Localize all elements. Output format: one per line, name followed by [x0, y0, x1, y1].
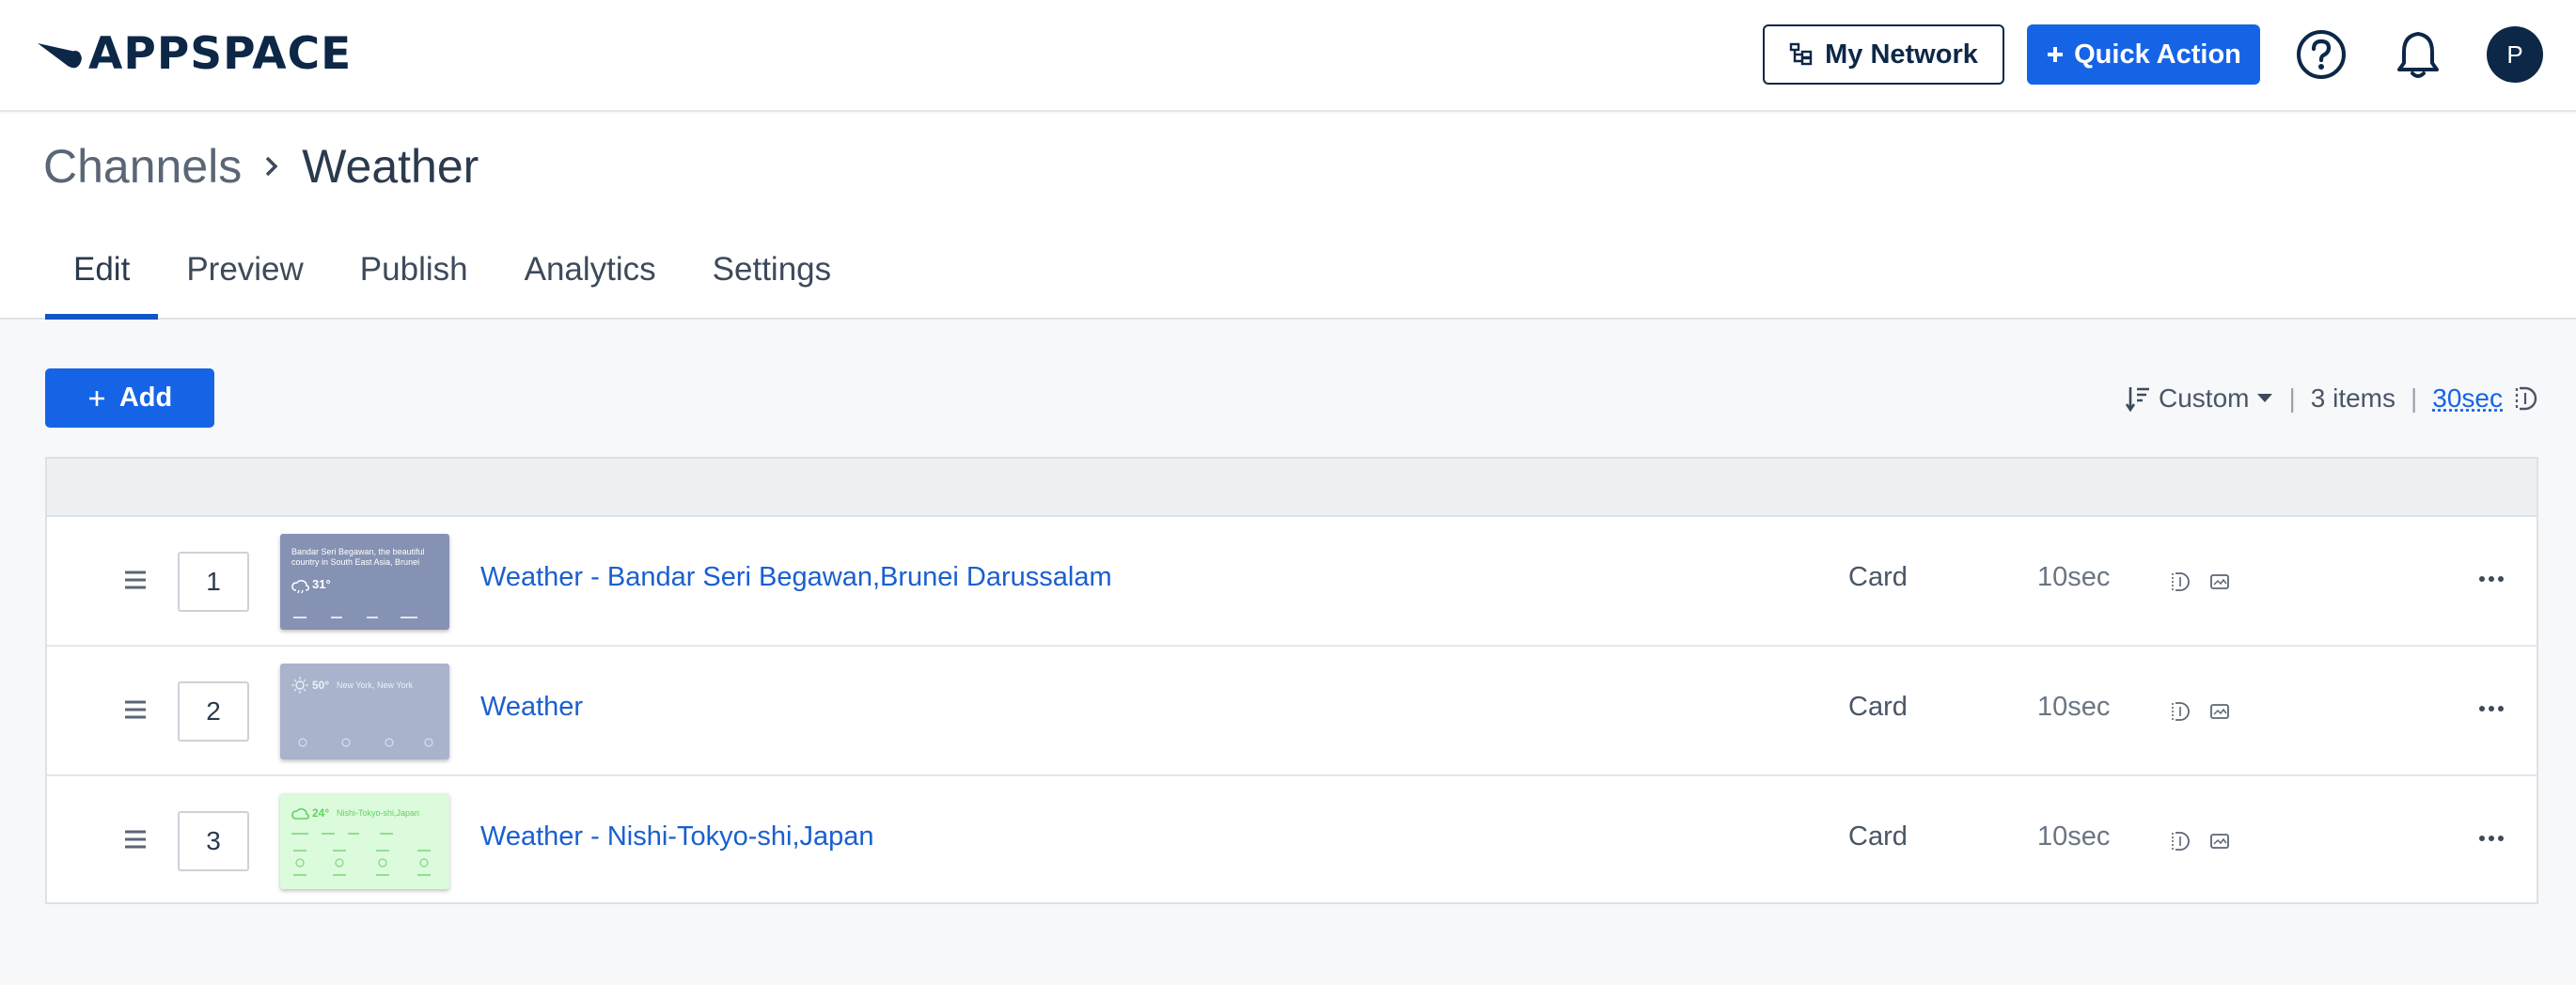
- help-icon[interactable]: [2295, 28, 2348, 81]
- drag-handle-icon[interactable]: [124, 570, 147, 590]
- item-name-link[interactable]: Weather - Bandar Seri Begawan,Brunei Dar…: [480, 562, 1112, 593]
- toolbar-divider: |: [2411, 383, 2418, 413]
- total-duration-link[interactable]: 30sec: [2432, 383, 2503, 414]
- item-type: Card: [1848, 562, 1908, 592]
- sort-value: Custom: [2159, 383, 2250, 413]
- forecast-strip-icon: [298, 738, 433, 747]
- duration-icon: [2172, 832, 2190, 851]
- item-thumbnail[interactable]: Bandar Seri Begawan, the beautiful count…: [280, 534, 449, 630]
- my-network-button[interactable]: My Network: [1763, 24, 2004, 85]
- toolbar-divider: |: [2288, 383, 2296, 413]
- order-field[interactable]: 1: [178, 552, 249, 612]
- tab-edit[interactable]: Edit: [45, 236, 159, 320]
- sort-order-icon: [2125, 387, 2149, 413]
- order-field[interactable]: 2: [178, 681, 249, 742]
- thumbnail-caption: Bandar Seri Begawan, the beautiful count…: [291, 547, 425, 567]
- network-tree-icon: [1789, 42, 1813, 66]
- card-type-icon: [2210, 834, 2229, 849]
- more-actions-icon[interactable]: [2476, 696, 2506, 722]
- item-duration[interactable]: 10sec: [2037, 692, 2110, 723]
- item-thumbnail[interactable]: 50° New York, New York: [280, 664, 449, 759]
- plus-icon: [2048, 47, 2064, 62]
- drag-handle-icon[interactable]: [124, 829, 147, 850]
- card-type-icon: [2210, 574, 2229, 589]
- order-field[interactable]: 3: [178, 811, 249, 871]
- sort-dropdown[interactable]: Custom: [2125, 383, 2273, 414]
- add-button[interactable]: Add: [45, 368, 214, 428]
- table-row: 2 50° New York, New York Weather Card 10…: [47, 647, 2537, 776]
- item-duration[interactable]: 10sec: [2037, 562, 2110, 593]
- forecast-strip-icon: [291, 833, 431, 876]
- plus-icon: [88, 390, 104, 406]
- card-type-icon: [2210, 704, 2229, 719]
- top-header: APPSPACE My Network Quick Action P: [0, 0, 2576, 112]
- item-name-link[interactable]: Weather: [480, 692, 583, 723]
- tab-preview[interactable]: Preview: [158, 236, 331, 320]
- thumbnail-caption: New York, New York: [337, 680, 414, 690]
- page-header: Channels Weather Edit Preview Publish An…: [0, 114, 2576, 320]
- playlist-table: 1 Bandar Seri Begawan, the beautiful cou…: [45, 457, 2538, 904]
- duration-icon: [2515, 386, 2537, 411]
- notifications-bell-icon[interactable]: [2392, 28, 2444, 81]
- item-duration[interactable]: 10sec: [2037, 821, 2110, 852]
- table-row: 1 Bandar Seri Begawan, the beautiful cou…: [47, 517, 2537, 647]
- table-header: [47, 459, 2537, 517]
- thumbnail-temperature: 31°: [312, 577, 331, 591]
- thumbnail-temperature: 50°: [312, 679, 330, 692]
- cloud-rain-icon: [291, 580, 309, 594]
- item-type: Card: [1848, 821, 1908, 852]
- appspace-logo[interactable]: APPSPACE: [36, 32, 352, 77]
- item-thumbnail[interactable]: 24° Nishi-Tokyo-shi,Japan: [280, 793, 449, 889]
- item-type: Card: [1848, 692, 1908, 722]
- quick-action-label: Quick Action: [2074, 39, 2241, 70]
- page-title: Weather: [302, 140, 479, 193]
- item-count: 3 items: [2310, 383, 2395, 413]
- playlist-toolbar: Custom | 3 items | 30sec: [2125, 374, 2538, 423]
- chevron-right-icon: [262, 154, 281, 179]
- tab-settings[interactable]: Settings: [684, 236, 859, 320]
- my-network-label: My Network: [1825, 39, 1978, 70]
- table-row: 3 24° Nishi-Tokyo-shi,Japan Weather - Ni…: [47, 776, 2537, 906]
- logo-mark-icon: [38, 43, 82, 69]
- thumbnail-temperature: 24°: [312, 806, 330, 820]
- user-avatar[interactable]: P: [2487, 26, 2543, 83]
- channel-tabs: Edit Preview Publish Analytics Settings: [45, 236, 859, 320]
- more-actions-icon[interactable]: [2476, 825, 2506, 852]
- sun-icon: [291, 677, 308, 694]
- duration-icon: [2172, 702, 2190, 721]
- forecast-strip-icon: [293, 617, 417, 618]
- thumbnail-caption: Nishi-Tokyo-shi,Japan: [337, 808, 420, 818]
- caret-down-icon: [2257, 394, 2273, 402]
- add-button-label: Add: [118, 383, 173, 413]
- cloud-icon: [291, 807, 310, 820]
- duration-icon: [2172, 572, 2190, 591]
- quick-action-button[interactable]: Quick Action: [2027, 24, 2260, 85]
- tab-publish[interactable]: Publish: [332, 236, 496, 320]
- item-name-link[interactable]: Weather - Nishi-Tokyo-shi,Japan: [480, 821, 874, 852]
- more-actions-icon[interactable]: [2476, 566, 2506, 592]
- logo-text: APPSPACE: [88, 28, 353, 80]
- breadcrumb-channels-link[interactable]: Channels: [43, 139, 242, 194]
- tab-analytics[interactable]: Analytics: [496, 236, 684, 320]
- breadcrumb: Channels Weather: [43, 136, 479, 196]
- drag-handle-icon[interactable]: [124, 699, 147, 720]
